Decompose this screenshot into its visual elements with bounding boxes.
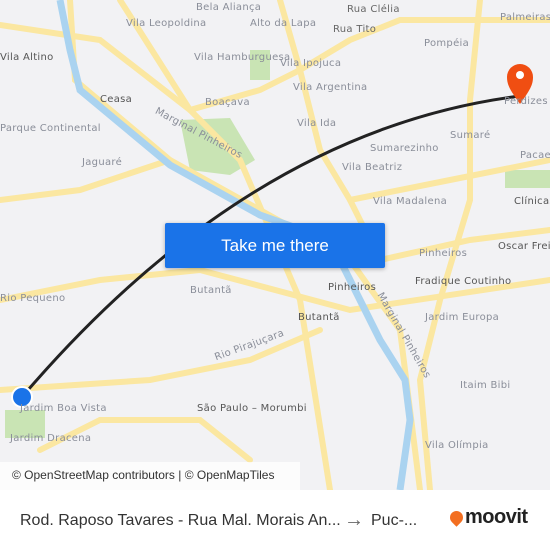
map-label: Pinheiros	[419, 248, 468, 259]
map-label: Clínicas	[514, 196, 550, 207]
map-attribution: © OpenStreetMap contributors | © OpenMap…	[0, 462, 300, 490]
map-label: Ceasa	[100, 94, 133, 105]
map-label: Jardim Europa	[425, 312, 500, 323]
map-label: Vila Beatriz	[342, 162, 403, 173]
footer: Rod. Raposo Tavares - Rua Mal. Morais An…	[0, 490, 550, 550]
map-label: São Paulo – Morumbi	[197, 403, 307, 414]
arrow-right-icon: →	[344, 509, 364, 531]
map-label: Perdizes	[504, 96, 548, 107]
map-label: Parque Continental	[0, 123, 101, 134]
map-label: Rua Clélia	[347, 4, 400, 15]
map-label: Butantã	[298, 312, 340, 323]
map-label: Jaguaré	[82, 157, 123, 168]
map-label: Oscar Freire	[498, 241, 550, 252]
map-label: Pompéia	[424, 38, 470, 49]
map[interactable]: Bela Aliança Vila Leopoldina Alto da Lapa R…	[0, 0, 550, 490]
map-label: Vila Hamburguesa	[194, 52, 291, 63]
origin-name: Rod. Raposo Tavares - Rua Mal. Morais An…	[20, 512, 341, 529]
map-label: Vila Ida	[297, 118, 337, 129]
map-label: Pinheiros	[328, 282, 377, 293]
map-label: Vila Leopoldina	[126, 18, 207, 29]
map-label: Vila Argentina	[293, 82, 368, 93]
map-label: Vila Altino	[0, 52, 54, 63]
moovit-pin-icon	[447, 508, 466, 527]
map-label: Pacaembu	[520, 150, 550, 161]
map-label: Butantã	[190, 285, 232, 296]
map-label: Vila Olímpia	[425, 440, 489, 451]
map-label: Jardim Dracena	[10, 433, 92, 444]
map-label: Rua Tito	[333, 24, 377, 35]
map-label: Vila Ipojuca	[280, 58, 342, 69]
map-label: Palmeiras Barra Funda	[500, 12, 550, 23]
map-label: Rio Pequeno	[0, 293, 66, 304]
map-label: Jardim Boa Vista	[20, 403, 107, 414]
map-label: Vila Madalena	[373, 196, 448, 207]
map-label: Sumaré	[450, 130, 491, 141]
map-label: Sumarezinho	[370, 143, 439, 154]
map-label: Itaim Bibi	[460, 380, 511, 391]
moovit-logo: moovit	[447, 506, 528, 529]
map-label: Fradique Coutinho	[415, 276, 512, 287]
destination-name: Puc-...	[371, 512, 418, 529]
take-me-there-button[interactable]: Take me there	[165, 223, 385, 268]
map-label: Alto da Lapa	[250, 18, 317, 29]
map-label: Bela Aliança	[196, 2, 262, 13]
map-label: Boaçava	[205, 97, 250, 108]
